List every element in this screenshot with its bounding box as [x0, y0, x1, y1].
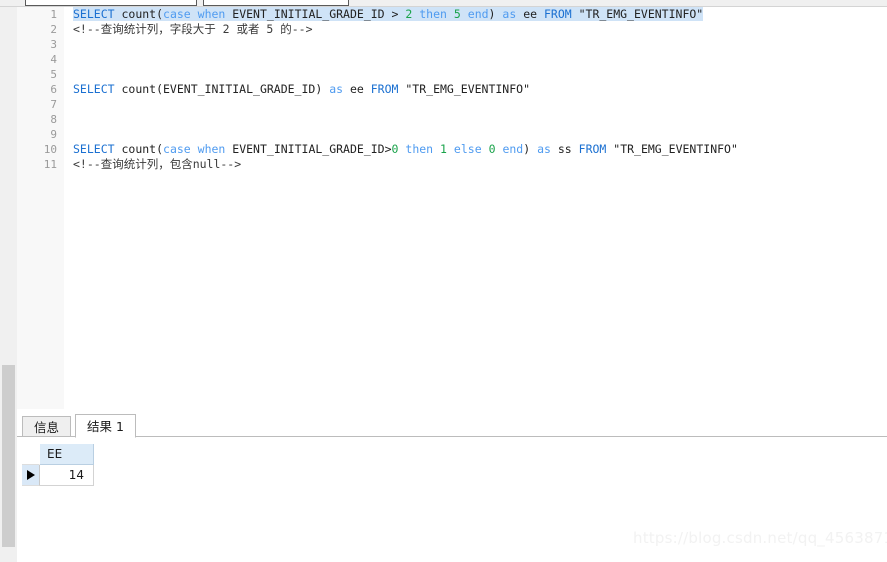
code-token: 0: [488, 142, 496, 156]
code-token: when: [197, 7, 226, 21]
code-token: when: [197, 142, 226, 156]
code-token: end: [502, 142, 524, 156]
code-token: count(: [114, 7, 164, 21]
line-number: 1: [50, 8, 57, 21]
code-line[interactable]: SELECT count(case when EVENT_INITIAL_GRA…: [64, 142, 887, 157]
line-number: 11: [43, 158, 57, 171]
code-token: as: [537, 142, 551, 156]
tab-result-1[interactable]: 结果 1: [75, 414, 136, 438]
line-number: 7: [50, 98, 57, 111]
result-tab-strip: 信息 结果 1: [17, 414, 887, 438]
code-token: as: [502, 7, 517, 21]
code-token: count(EVENT_INITIAL_GRADE_ID): [114, 82, 330, 96]
code-token: end: [467, 7, 489, 21]
code-token: FROM: [578, 142, 607, 156]
code-line[interactable]: [64, 112, 887, 127]
tab-info[interactable]: 信息: [22, 416, 72, 437]
code-area[interactable]: SELECT count(case when EVENT_INITIAL_GRA…: [64, 7, 887, 409]
grid-header-row: EE: [22, 444, 94, 465]
line-number: 2: [50, 23, 57, 36]
code-token: "TR_EMG_EVENTINFO": [398, 82, 531, 96]
code-token: case: [163, 142, 191, 156]
line-number: 4: [50, 53, 57, 66]
line-number: 10: [43, 143, 57, 156]
code-token: "TR_EMG_EVENTINFO": [606, 142, 738, 156]
code-line[interactable]: [64, 67, 887, 82]
top-toolbar: [0, 0, 887, 7]
code-token: EVENT_INITIAL_GRADE_ID>: [225, 142, 392, 156]
watermark: https://blog.csdn.net/qq_45638714: [633, 529, 887, 547]
cell-ee[interactable]: 14: [40, 465, 94, 486]
code-token: SELECT: [73, 82, 115, 96]
code-line[interactable]: [64, 52, 887, 67]
code-token: then: [405, 142, 434, 156]
code-line[interactable]: <!--查询统计列，字段大于 2 或者 5 的-->: [64, 22, 887, 37]
toolbar-field-two[interactable]: [203, 0, 349, 6]
line-number: 3: [50, 38, 57, 51]
code-token: else: [453, 142, 482, 156]
result-grid[interactable]: EE 14: [22, 444, 94, 486]
selected-text: SELECT count(case when EVENT_INITIAL_GRA…: [73, 7, 704, 21]
code-token: <!--查询统计列，包含null-->: [73, 157, 242, 171]
line-number: 9: [50, 128, 57, 141]
line-number-gutter: 1 2 3 4 5 6 7 8 9 10 11: [17, 7, 64, 409]
code-token: ): [488, 7, 503, 21]
scrollbar-thumb[interactable]: [2, 365, 15, 547]
code-token: count(: [114, 142, 164, 156]
line-number: 6: [50, 83, 57, 96]
code-token: case: [163, 7, 191, 21]
column-header-ee[interactable]: EE: [40, 444, 94, 465]
code-line[interactable]: [64, 37, 887, 52]
code-token: ss: [550, 142, 579, 156]
table-row: 14: [22, 465, 94, 486]
code-line[interactable]: SELECT count(EVENT_INITIAL_GRADE_ID) as …: [64, 82, 887, 97]
code-line[interactable]: [64, 127, 887, 142]
line-number: 5: [50, 68, 57, 81]
code-token: "TR_EMG_EVENTINFO": [571, 7, 704, 21]
code-line[interactable]: SELECT count(case when EVENT_INITIAL_GRA…: [64, 7, 887, 22]
code-token: ): [523, 142, 538, 156]
code-token: then: [419, 7, 447, 21]
code-token: ee: [343, 82, 371, 96]
code-token: as: [329, 82, 344, 96]
code-token: FROM: [543, 7, 572, 21]
play-triangle-icon: [27, 470, 35, 480]
code-token: 5: [453, 7, 461, 21]
code-line[interactable]: [64, 97, 887, 112]
line-number: 8: [50, 113, 57, 126]
toolbar-field-one[interactable]: [25, 0, 197, 6]
code-token: EVENT_INITIAL_GRADE_ID >: [225, 7, 406, 21]
code-token: ee: [516, 7, 544, 21]
code-line[interactable]: <!--查询统计列，包含null-->: [64, 157, 887, 172]
code-token: SELECT: [73, 142, 115, 156]
code-token: 1: [440, 142, 447, 156]
code-token: SELECT: [73, 7, 115, 21]
grid-corner: [22, 444, 40, 465]
code-token: FROM: [370, 82, 399, 96]
sql-editor[interactable]: 1 2 3 4 5 6 7 8 9 10 11 SELECT count(case when EVE…: [17, 7, 887, 409]
left-vertical-scrollbar[interactable]: [0, 7, 17, 562]
code-token: <!--查询统计列，字段大于 2 或者 5 的-->: [73, 22, 313, 36]
row-indicator[interactable]: [22, 465, 40, 486]
